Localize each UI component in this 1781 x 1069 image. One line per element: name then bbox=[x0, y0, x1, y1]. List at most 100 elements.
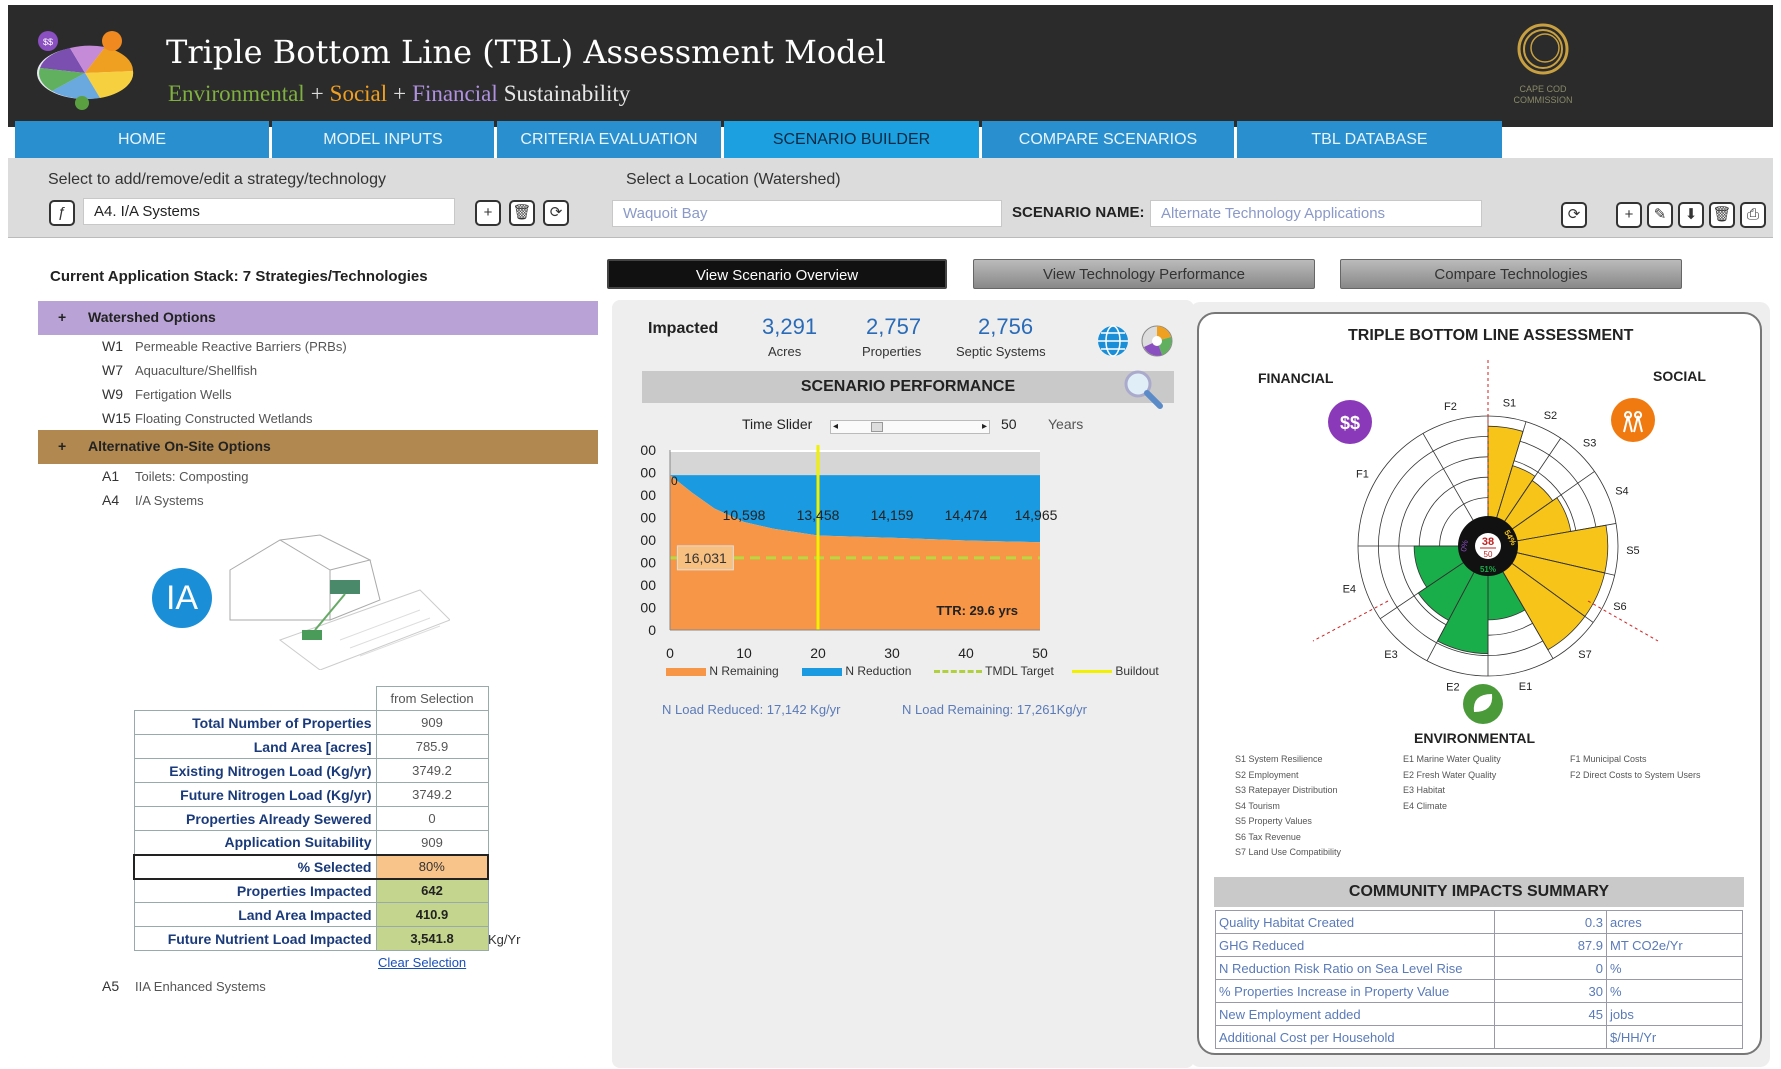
x-tick-label: 0 bbox=[666, 645, 674, 661]
tab-compare-scenarios[interactable]: COMPARE SCENARIOS bbox=[982, 121, 1234, 158]
magnifier-icon[interactable] bbox=[1120, 366, 1166, 412]
table-row: Future Nutrient Load Impacted 3,541.8 bbox=[133, 926, 489, 951]
legend-n-remaining: N Remaining bbox=[666, 664, 779, 678]
globe-icon[interactable] bbox=[1096, 324, 1130, 358]
scenario-performance-chart: 0 5,000 10,000 15,000 20,000 25,000 30,000 35,0… bbox=[640, 442, 1058, 661]
edit-scenario-button[interactable]: ✎ bbox=[1647, 202, 1673, 228]
house-septic-illustration bbox=[229, 534, 450, 670]
total-band bbox=[670, 452, 1040, 476]
tab-criteria-evaluation[interactable]: CRITERIA EVALUATION bbox=[497, 121, 721, 158]
tbl-logo: $$ bbox=[37, 31, 134, 110]
y-tick-label: 25,000 bbox=[640, 510, 656, 526]
main-nav: HOME MODEL INPUTS CRITERIA EVALUATION SC… bbox=[15, 121, 1600, 158]
list-item[interactable]: A4 I/A Systems bbox=[102, 492, 204, 508]
scenario-name-field[interactable]: Alternate Technology Applications bbox=[1150, 200, 1482, 227]
table-row: N Reduction Risk Ratio on Sea Level Rise… bbox=[1215, 956, 1743, 980]
radar-spoke-label: S4 bbox=[1615, 486, 1628, 498]
table-row: GHG Reduced 87.9 MT CO2e/Yr bbox=[1215, 933, 1743, 957]
reset-scenario-button[interactable]: ⟳ bbox=[1561, 202, 1587, 228]
refresh-strategy-button[interactable]: ⟳ bbox=[543, 200, 569, 226]
radar-spoke-label: F1 bbox=[1356, 469, 1369, 481]
new-scenario-button[interactable]: + bbox=[1616, 202, 1642, 228]
impacted-label: Impacted bbox=[648, 320, 719, 337]
radar-spoke-label: S3 bbox=[1583, 438, 1596, 450]
financial-label: FINANCIAL bbox=[1258, 370, 1334, 386]
table-row: Application Suitability 909 bbox=[133, 830, 489, 855]
column-header: from Selection bbox=[375, 686, 489, 711]
delete-scenario-button[interactable]: 🗑 bbox=[1709, 202, 1735, 228]
delete-strategy-button[interactable]: 🗑 bbox=[509, 200, 535, 226]
export-scenario-button[interactable]: ⎙ bbox=[1740, 202, 1766, 228]
social-people-icon bbox=[1611, 398, 1655, 442]
financial-icon-label: $$ bbox=[1340, 413, 1360, 433]
pie-chart-icon[interactable] bbox=[1140, 324, 1174, 358]
tab-home[interactable]: HOME bbox=[15, 121, 269, 158]
radar-spoke-label: S1 bbox=[1503, 398, 1516, 410]
cape-cod-commission-logo: CAPE COD COMMISSION bbox=[1498, 19, 1588, 119]
table-row: Properties Impacted 642 bbox=[133, 878, 489, 903]
tab-tbl-database[interactable]: TBL DATABASE bbox=[1237, 121, 1502, 158]
financial-criteria-key: F1 Municipal Costs F2 Direct Costs to Sys… bbox=[1570, 754, 1701, 780]
legend-n-reduction: N Reduction bbox=[802, 664, 911, 678]
tab-scenario-builder[interactable]: SCENARIO BUILDER bbox=[724, 121, 979, 158]
community-impacts-title: COMMUNITY IMPACTS SUMMARY bbox=[1214, 877, 1744, 907]
list-item[interactable]: A5 IIA Enhanced Systems bbox=[102, 978, 266, 994]
add-strategy-button[interactable]: + bbox=[475, 200, 501, 226]
properties-label: Properties bbox=[862, 344, 922, 359]
ttr-label: TTR: 29.6 yrs bbox=[936, 603, 1018, 618]
list-item[interactable]: A1 Toilets: Composting bbox=[102, 468, 248, 484]
center-score-bottom: 50 bbox=[1484, 550, 1493, 559]
n-load-reduced: N Load Reduced: 17,142 Kg/yr bbox=[662, 702, 841, 717]
table-row: % Selected 80% bbox=[133, 854, 489, 879]
acres-label: Acres bbox=[768, 344, 802, 359]
data-label: 14,159 bbox=[871, 507, 914, 523]
view-technology-performance-button[interactable]: View Technology Performance bbox=[973, 259, 1315, 289]
app-subtitle: Environmental + Social + Financial Sustainabi… bbox=[168, 81, 631, 106]
tbl-title: TRIPLE BOTTOM LINE ASSESSMENT bbox=[1348, 327, 1634, 344]
radar-spoke-label: S6 bbox=[1613, 601, 1626, 613]
environmental-label: ENVIRONMENTAL bbox=[1414, 730, 1536, 746]
view-scenario-overview-button[interactable]: View Scenario Overview bbox=[607, 259, 947, 289]
tab-model-inputs[interactable]: MODEL INPUTS bbox=[272, 121, 494, 158]
list-item[interactable]: W9 Fertigation Wells bbox=[102, 386, 232, 402]
selection-table: from Selection Total Number of Propertie… bbox=[133, 686, 489, 951]
location-label: Select a Location (Watershed) bbox=[626, 171, 841, 188]
save-scenario-button[interactable]: ⬇ bbox=[1678, 202, 1704, 228]
location-select[interactable]: Waquoit Bay bbox=[612, 200, 1002, 227]
category-watershed-options[interactable]: + Watershed Options bbox=[38, 301, 598, 335]
target-label: 16,031 bbox=[684, 550, 727, 566]
clear-selection-link[interactable]: Clear Selection bbox=[378, 955, 466, 970]
x-tick-label: 40 bbox=[958, 645, 974, 661]
edit-icon[interactable]: ƒ bbox=[49, 200, 75, 226]
percent-selected-input[interactable]: 80% bbox=[375, 854, 489, 879]
list-item[interactable]: W1 Permeable Reactive Barriers (PRBs) bbox=[102, 338, 347, 354]
strategy-select[interactable]: A4. I/A Systems bbox=[83, 198, 455, 225]
table-row: Land Area [acres] 785.9 bbox=[133, 734, 489, 759]
legend-tmdl-target: TMDL Target bbox=[934, 664, 1054, 678]
list-item[interactable]: W15 Floating Constructed Wetlands bbox=[102, 410, 313, 426]
ia-badge: IA bbox=[152, 568, 212, 628]
radar-spoke-label: S5 bbox=[1626, 545, 1639, 557]
table-row: Total Number of Properties 909 bbox=[133, 710, 489, 735]
data-label: 10,598 bbox=[723, 507, 766, 523]
data-label: 0 bbox=[671, 474, 678, 488]
table-row: Land Area Impacted 410.9 bbox=[133, 902, 489, 927]
axis-env-financial bbox=[1312, 600, 1389, 642]
list-item[interactable]: W7 Aquaculture/Shellfish bbox=[102, 362, 257, 378]
data-label: 14,965 bbox=[1015, 507, 1058, 523]
scenario-performance-title: SCENARIO PERFORMANCE bbox=[642, 371, 1174, 403]
impacted-acres-value: 3,291 bbox=[762, 314, 818, 339]
x-tick-label: 30 bbox=[884, 645, 900, 661]
app-header: $$ Triple Bottom Line (TBL) Assessment M… bbox=[8, 5, 1773, 127]
y-tick-label: 0 bbox=[648, 622, 656, 638]
y-tick-label: 35,000 bbox=[640, 465, 656, 481]
scenario-performance-panel bbox=[612, 300, 1194, 1068]
data-label: 13,458 bbox=[797, 507, 840, 523]
category-alternative-on-site-options[interactable]: + Alternative On-Site Options bbox=[38, 430, 598, 464]
impacted-properties-value: 2,757 bbox=[866, 314, 922, 339]
app-title: Triple Bottom Line (TBL) Assessment Mode… bbox=[166, 33, 886, 71]
ring-icon bbox=[1517, 23, 1569, 75]
impacted-septic-value: 2,756 bbox=[978, 314, 1034, 339]
radar-spoke-label: F2 bbox=[1444, 401, 1457, 413]
compare-technologies-button[interactable]: Compare Technologies bbox=[1340, 259, 1682, 289]
